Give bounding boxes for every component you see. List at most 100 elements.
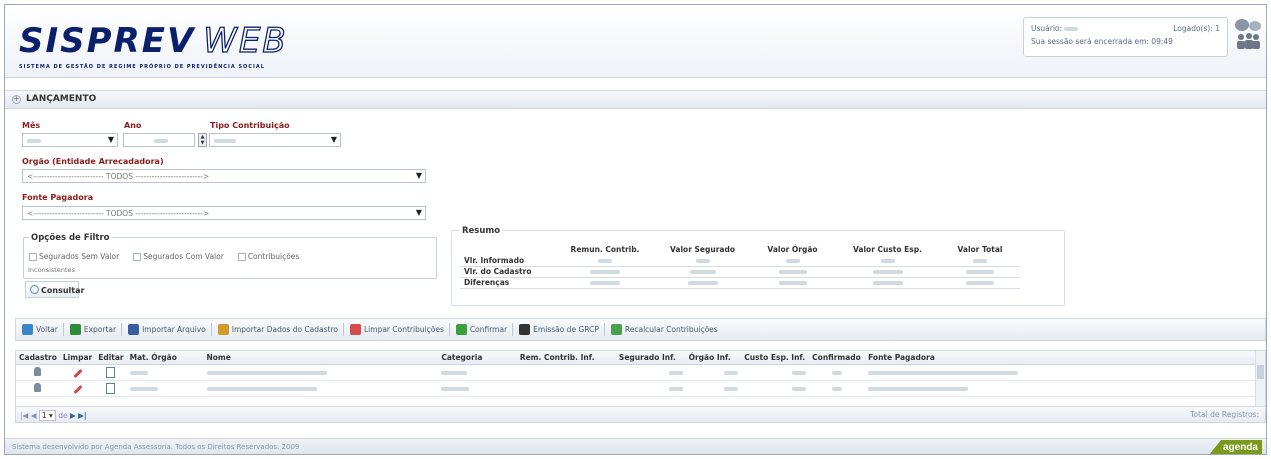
chevron-down-icon: ▼ <box>415 208 422 217</box>
filter-legend: Opções de Filtro <box>29 233 112 243</box>
table-row[interactable] <box>16 396 1256 406</box>
logo-main-text: SISPREV <box>19 21 196 61</box>
checkbox-icon[interactable] <box>237 252 246 261</box>
edit-icon[interactable] <box>106 382 116 394</box>
grid-scrollbar[interactable] <box>1255 351 1265 406</box>
toolbar-button-label: Emissão de GRCP <box>533 325 599 334</box>
fonte-pagadora-label: Fonte Pagadora <box>22 193 94 202</box>
logo-subtitle: SISTEMA DE GESTÃO DE REGIME PRÓPRIO DE P… <box>19 64 265 70</box>
table-row[interactable] <box>16 364 1256 381</box>
grid-col-header[interactable]: Custo Esp. Inf. <box>741 351 810 365</box>
toolbar-button-label: Exportar <box>83 325 117 334</box>
chevron-down-icon: ▼ <box>415 171 422 180</box>
logo-web-text: WEB <box>203 20 288 61</box>
grid-col-header[interactable]: Mat. Órgão <box>126 351 204 365</box>
mes-select[interactable]: ▼ <box>22 133 118 147</box>
filter-segurados-sem-valor[interactable]: Segurados Sem Valor <box>29 252 119 261</box>
grid-col-header[interactable]: Órgão Inf. <box>685 351 742 365</box>
resumo-col-orgao: Valor Órgão <box>767 244 818 254</box>
barcode-icon <box>519 324 531 335</box>
toolbar-separator <box>448 323 450 336</box>
prev-page-icon[interactable]: ◀ <box>31 411 37 420</box>
scrollbar-thumb[interactable] <box>1257 365 1264 379</box>
grid-col-header[interactable]: Nome <box>203 351 439 365</box>
session-expire: Sua sessão será encerrada em: 09:49 <box>1031 37 1173 46</box>
toolbar-button-label: Importar Dados do Cadastro <box>231 325 338 334</box>
toolbar-button-5[interactable]: Confirmar <box>455 324 507 335</box>
tipo-contribuicao-select[interactable]: ▼ <box>209 133 341 147</box>
grid-pager: |◀ ◀ 1 ▾ de ▶ ▶| Total de Registros: <box>15 407 1266 423</box>
grid-col-header[interactable]: Cadastro <box>16 351 60 365</box>
back-icon <box>22 324 33 335</box>
section-header[interactable]: + LANÇAMENTO <box>5 90 1266 109</box>
mes-label: Mês <box>22 121 41 130</box>
next-page-icon[interactable]: ▶ <box>70 411 76 420</box>
eraser-icon[interactable] <box>72 368 83 378</box>
import-data-icon <box>217 324 229 335</box>
cadastro-icon[interactable] <box>34 366 42 376</box>
excel-icon <box>69 324 81 335</box>
calc-icon <box>610 324 622 335</box>
logged-count: Logado(s): 1 <box>1173 24 1220 33</box>
toolbar-button-label: Recalcular Contribuições <box>624 325 718 334</box>
grid-col-header[interactable]: Limpar <box>59 351 96 365</box>
tipo-contribuicao-label: Tipo Contribuição <box>210 121 290 130</box>
fonte-pagadora-select[interactable]: <-------------------------- TODOS ------… <box>22 206 426 220</box>
import-file-icon <box>128 324 140 335</box>
header: SISPREV WEB SISTEMA DE GESTÃO DE REGIME P… <box>5 5 1266 78</box>
toolbar-button-6[interactable]: Emissão de GRCP <box>519 324 599 335</box>
checkbox-icon[interactable] <box>133 252 142 261</box>
grid-col-header[interactable]: Categoria <box>438 351 517 365</box>
resumo-legend: Resumo <box>460 226 503 236</box>
resumo-col-segurado: Valor Segurado <box>670 244 735 254</box>
app-frame: SISPREV WEB SISTEMA DE GESTÃO DE REGIME P… <box>4 4 1267 455</box>
toolbar-button-4[interactable]: Limpar Contribuições <box>350 324 444 335</box>
toolbar-button-7[interactable]: Recalcular Contribuições <box>610 324 718 335</box>
table-row[interactable] <box>16 380 1256 397</box>
total-records: Total de Registros: <box>1190 410 1259 419</box>
resumo-col-remun: Remun. Contrib. <box>570 244 640 254</box>
footer: Sistema desenvolvido por Agenda Assessor… <box>5 438 1266 454</box>
toolbar-button-1[interactable]: Exportar <box>69 324 117 335</box>
ano-label: Ano <box>124 121 142 130</box>
toolbar-button-label: Importar Arquivo <box>142 325 206 334</box>
expand-icon[interactable]: + <box>12 95 21 104</box>
ano-input[interactable] <box>123 133 195 147</box>
cadastro-icon[interactable] <box>34 382 42 392</box>
section-title: LANÇAMENTO <box>26 94 97 104</box>
grid-col-header[interactable]: Fonte Pagadora <box>865 351 1256 365</box>
toolbar-separator <box>343 323 344 336</box>
filter-inconsistentes-label: Inconsistentes <box>28 266 75 274</box>
toolbar-separator <box>210 323 212 336</box>
eraser-icon[interactable] <box>72 384 83 394</box>
grid-col-header[interactable]: Segurado Inf. <box>615 351 686 365</box>
footer-copyright: Sistema desenvolvido por Agenda Assessor… <box>12 443 300 451</box>
check-icon <box>455 324 467 335</box>
toolbar-button-3[interactable]: Importar Dados do Cadastro <box>217 324 338 335</box>
filter-contribuicoes[interactable]: Contribuições <box>237 252 299 261</box>
contributions-grid: Cadastro Limpar Editar Mat. Órgão Nome Catego… <box>15 350 1266 407</box>
search-icon <box>30 285 39 294</box>
grid-col-header[interactable]: Editar <box>95 351 127 365</box>
ano-stepper[interactable]: ▲ ▼ <box>198 133 207 147</box>
session-info: Usuário: Logado(s): 1 Sua sessão será en… <box>1023 17 1228 57</box>
first-page-icon[interactable]: |◀ <box>20 411 28 420</box>
user-label: Usuário: <box>1031 24 1079 33</box>
agenda-logo: agenda <box>1208 440 1262 454</box>
last-page-icon[interactable]: ▶| <box>78 411 87 420</box>
eraser-icon <box>350 324 361 335</box>
page-select[interactable]: 1 ▾ <box>38 410 56 421</box>
edit-icon[interactable] <box>106 366 116 378</box>
consultar-button[interactable]: Consultar <box>25 281 84 298</box>
grid-col-header[interactable]: Rem. Contrib. Inf. <box>516 351 616 365</box>
orgao-select[interactable]: <-------------------------- TODOS ------… <box>22 169 426 183</box>
checkbox-icon[interactable] <box>29 252 37 261</box>
grid-col-header[interactable]: Confirmado <box>809 351 866 365</box>
toolbar-button-2[interactable]: Importar Arquivo <box>128 324 206 335</box>
toolbar-button-0[interactable]: Voltar <box>22 324 58 335</box>
resumo-col-custo: Valor Custo Esp. <box>853 244 922 254</box>
filter-segurados-com-valor[interactable]: Segurados Com Valor <box>133 252 224 261</box>
chevron-down-icon: ▼ <box>330 135 337 144</box>
page-of-label: de <box>58 411 68 420</box>
resumo-panel: Resumo Remun. Contrib. Valor Segurado Va… <box>451 226 1065 306</box>
